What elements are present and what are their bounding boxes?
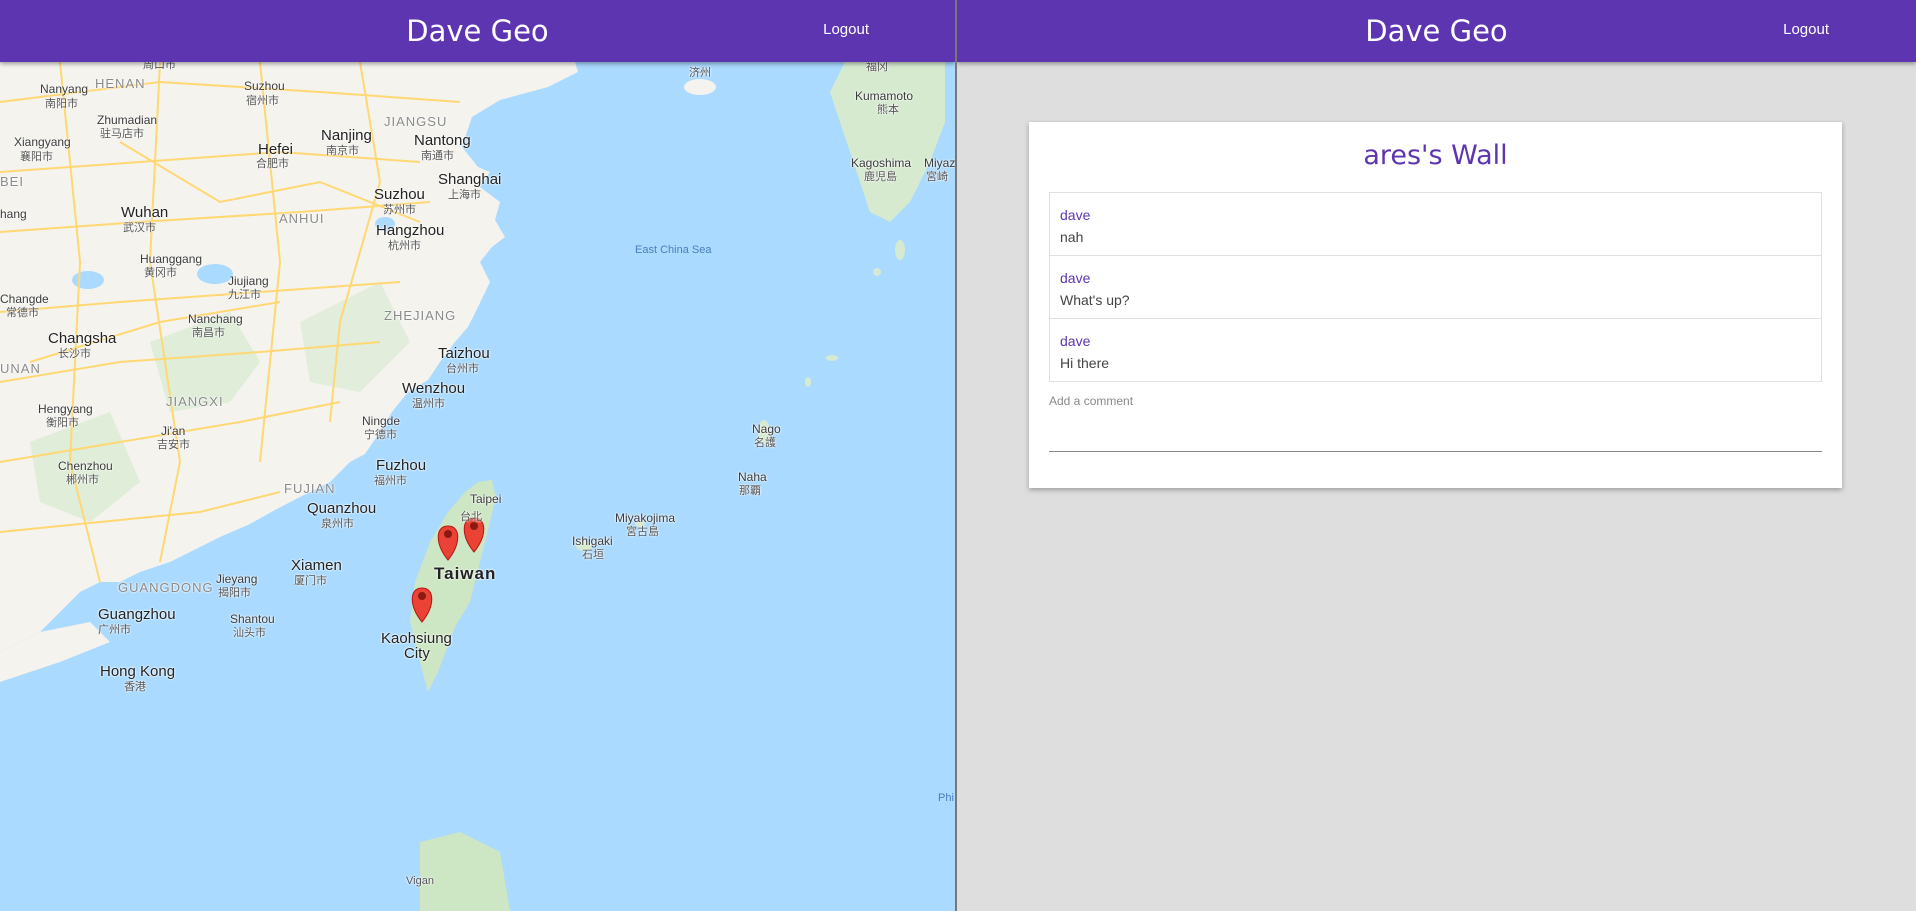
map-label: 黄冈市 <box>144 267 177 279</box>
app-title: Dave Geo <box>406 14 549 48</box>
map-label: 合肥市 <box>256 158 289 170</box>
comment-author[interactable]: dave <box>1060 270 1090 286</box>
luzon-island <box>420 832 510 911</box>
map-label: 杭州市 <box>388 240 421 252</box>
map-label: 郴州市 <box>66 474 99 486</box>
lake-dongting <box>72 271 104 289</box>
island-1 <box>895 240 905 260</box>
map-label: BEI <box>0 174 24 189</box>
map-label: Vigan <box>406 875 434 887</box>
map-label: Nanyang <box>40 82 89 96</box>
comment-item: dave Hi there <box>1050 319 1821 381</box>
map-label: JIANGXI <box>166 394 224 409</box>
map-label: 那覇 <box>739 485 761 497</box>
map-label: 长沙市 <box>58 348 91 360</box>
map-label: 常德市 <box>6 307 39 319</box>
map-label: 南阳市 <box>45 98 78 110</box>
map-label: 广州市 <box>98 624 131 636</box>
map-label: 厦门市 <box>294 575 327 587</box>
map-label: UNAN <box>0 361 41 376</box>
jeju-island <box>684 79 716 95</box>
map-label: 宿州市 <box>246 95 279 107</box>
map-label: 福州市 <box>374 475 407 487</box>
island-4 <box>805 377 811 387</box>
wall-pane: Dave Geo Logout ares's Wall dave nah dav… <box>957 0 1916 911</box>
comment-list: dave nah dave What's up? dave Hi there <box>1049 192 1822 382</box>
map-label: Taiwan <box>434 564 497 583</box>
logout-button[interactable]: Logout <box>823 0 869 62</box>
map-label: 南通市 <box>421 150 454 162</box>
wall-title: ares's Wall <box>1363 140 1508 171</box>
logout-button[interactable]: Logout <box>1783 0 1829 62</box>
map[interactable]: 周口市 HENAN Nanyang 南阳市 Suzhou 宿州市 Zhumadi… <box>0 59 955 911</box>
map-label: 香港 <box>124 681 146 693</box>
map-label: Taipei <box>470 492 502 506</box>
add-comment-label: Add a comment <box>1049 394 1134 408</box>
map-label: 汕头市 <box>233 627 266 639</box>
map-label: GUANGDONG <box>118 580 214 595</box>
kyushu-island <box>830 62 945 222</box>
comment-text: What's up? <box>1060 292 1130 308</box>
map-label: 名護 <box>754 437 776 449</box>
app-bar-right: Dave Geo Logout <box>957 0 1916 62</box>
map-label: Xiangyang <box>14 135 71 149</box>
app-bar-left: Dave Geo Logout <box>0 0 955 62</box>
map-label: ANHUI <box>279 211 325 226</box>
island-2 <box>873 268 881 276</box>
map-label: 南京市 <box>326 145 359 157</box>
map-label: 宁德市 <box>364 429 397 441</box>
map-label: 吉安市 <box>157 439 190 451</box>
comment-item: dave What's up? <box>1050 256 1821 319</box>
island-3 <box>826 355 838 361</box>
map-label: 揭阳市 <box>218 587 251 599</box>
comment-author[interactable]: dave <box>1060 333 1090 349</box>
map-label: 台北 <box>460 511 482 523</box>
map-label: 驻马店市 <box>100 128 144 140</box>
map-label: Suzhou <box>244 79 285 93</box>
map-label: 武汉市 <box>123 222 156 234</box>
comment-text: Hi there <box>1060 355 1110 371</box>
app-title: Dave Geo <box>1365 14 1508 48</box>
map-label: 泉州市 <box>321 518 354 530</box>
map-label: 九江市 <box>228 289 261 301</box>
wall-card: ares's Wall dave nah dave What's up? dav… <box>1029 122 1842 488</box>
map-label: 宮崎 <box>926 171 948 183</box>
map-label: 熊本 <box>877 104 899 116</box>
comment-text: nah <box>1060 229 1084 245</box>
map-label: FUJIAN <box>284 481 336 496</box>
add-comment-input[interactable] <box>1049 412 1822 452</box>
map-label: East China Sea <box>635 244 712 256</box>
map-label: 台州市 <box>446 363 479 375</box>
map-label: 石垣 <box>582 549 604 561</box>
comment-author[interactable]: dave <box>1060 207 1090 223</box>
map-label: 宮古島 <box>626 526 659 538</box>
map-label: HENAN <box>95 76 146 91</box>
map-label: 鹿児島 <box>864 171 897 183</box>
map-label: JIANGSU <box>384 114 448 129</box>
map-label: hang <box>0 207 27 221</box>
add-comment-field: Add a comment <box>1049 390 1822 460</box>
app: Dave Geo Logout 周口市 HENAN Nanyang 南阳市 Su… <box>0 0 1916 911</box>
map-label: 衡阳市 <box>46 417 79 429</box>
map-label: 济州 <box>689 67 711 79</box>
map-label: 苏州市 <box>383 204 416 216</box>
map-label: City <box>404 645 430 662</box>
map-label: Phi <box>938 792 954 804</box>
map-label: ZHEJIANG <box>384 308 457 323</box>
map-label: 上海市 <box>448 189 481 201</box>
comment-item: dave nah <box>1050 193 1821 256</box>
map-label: 襄阳市 <box>20 151 53 163</box>
map-pane: Dave Geo Logout 周口市 HENAN Nanyang 南阳市 Su… <box>0 0 955 911</box>
map-label: 温州市 <box>412 398 445 410</box>
map-label: 南昌市 <box>192 327 225 339</box>
